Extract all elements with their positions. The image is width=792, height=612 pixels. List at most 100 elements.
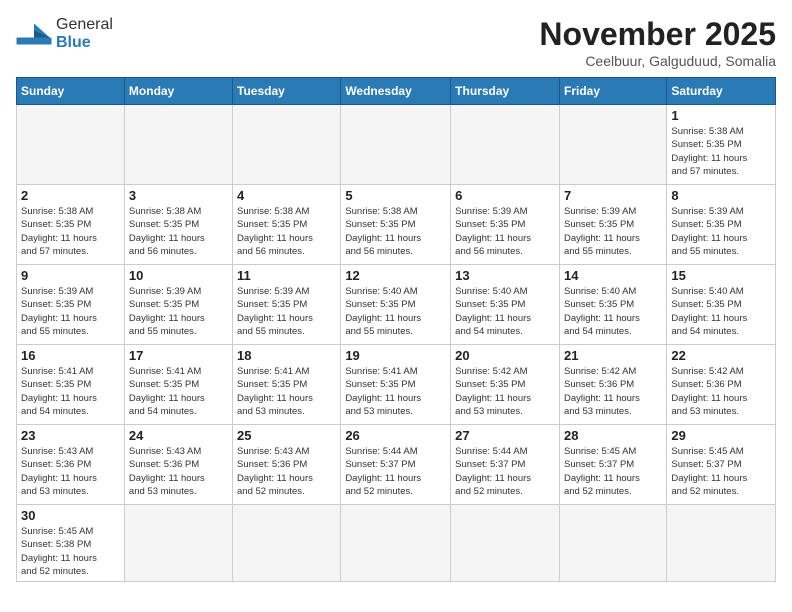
- logo: General Blue: [16, 16, 113, 51]
- day-info: Sunrise: 5:38 AMSunset: 5:35 PMDaylight:…: [21, 205, 120, 258]
- week-row-2: 2 Sunrise: 5:38 AMSunset: 5:35 PMDaylight…: [17, 185, 776, 265]
- calendar-cell: 3 Sunrise: 5:38 AMSunset: 5:35 PMDaylight…: [124, 185, 232, 265]
- day-number: 29: [671, 428, 771, 443]
- calendar-cell: 25Sunrise: 5:43 AMSunset: 5:36 PMDayligh…: [233, 425, 341, 505]
- day-info: Sunrise: 5:44 AMSunset: 5:37 PMDaylight:…: [455, 445, 555, 498]
- calendar-cell: [233, 505, 341, 582]
- day-number: 8: [671, 188, 771, 203]
- day-number: 6: [455, 188, 555, 203]
- day-number: 19: [345, 348, 446, 363]
- day-number: 16: [21, 348, 120, 363]
- day-info: Sunrise: 5:42 AMSunset: 5:35 PMDaylight:…: [455, 365, 555, 418]
- day-number: 9: [21, 268, 120, 283]
- day-info: Sunrise: 5:40 AMSunset: 5:35 PMDaylight:…: [455, 285, 555, 338]
- calendar-cell: [17, 105, 125, 185]
- day-number: 5: [345, 188, 446, 203]
- calendar-cell: 6Sunrise: 5:39 AMSunset: 5:35 PMDaylight…: [451, 185, 560, 265]
- calendar-cell: 28 Sunrise: 5:45 AMSunset: 5:37 PMDayligh…: [559, 425, 666, 505]
- calendar-cell: [124, 105, 232, 185]
- day-info: Sunrise: 5:40 AMSunset: 5:35 PMDaylight:…: [671, 285, 771, 338]
- calendar-cell: 24 Sunrise: 5:43 AMSunset: 5:36 PMDayligh…: [124, 425, 232, 505]
- day-info: Sunrise: 5:39 AMSunset: 5:35 PMDaylight:…: [129, 285, 228, 338]
- calendar-cell: 4 Sunrise: 5:38 AMSunset: 5:35 PMDaylight…: [233, 185, 341, 265]
- day-info: Sunrise: 5:44 AMSunset: 5:37 PMDaylight:…: [345, 445, 446, 498]
- week-row-1: 1Sunrise: 5:38 AMSunset: 5:35 PMDaylight…: [17, 105, 776, 185]
- day-number: 30: [21, 508, 120, 523]
- day-info: Sunrise: 5:38 AMSunset: 5:35 PMDaylight:…: [237, 205, 336, 258]
- day-number: 2: [21, 188, 120, 203]
- day-info: Sunrise: 5:42 AMSunset: 5:36 PMDaylight:…: [564, 365, 662, 418]
- calendar-cell: 23 Sunrise: 5:43 AMSunset: 5:36 PMDayligh…: [17, 425, 125, 505]
- calendar-cell: 30 Sunrise: 5:45 AMSunset: 5:38 PMDayligh…: [17, 505, 125, 582]
- day-number: 28: [564, 428, 662, 443]
- calendar-cell: 12Sunrise: 5:40 AMSunset: 5:35 PMDayligh…: [341, 265, 451, 345]
- calendar-cell: [341, 105, 451, 185]
- page-header: General Blue November 2025 Ceelbuur, Gal…: [16, 16, 776, 69]
- day-number: 13: [455, 268, 555, 283]
- day-number: 7: [564, 188, 662, 203]
- day-number: 27: [455, 428, 555, 443]
- day-number: 17: [129, 348, 228, 363]
- day-number: 24: [129, 428, 228, 443]
- weekday-header-thursday: Thursday: [451, 78, 560, 105]
- calendar-cell: 14Sunrise: 5:40 AMSunset: 5:35 PMDayligh…: [559, 265, 666, 345]
- weekday-header-tuesday: Tuesday: [233, 78, 341, 105]
- day-number: 4: [237, 188, 336, 203]
- day-number: 23: [21, 428, 120, 443]
- day-info: Sunrise: 5:39 AMSunset: 5:35 PMDaylight:…: [564, 205, 662, 258]
- calendar-cell: 15 Sunrise: 5:40 AMSunset: 5:35 PMDayligh…: [667, 265, 776, 345]
- weekday-header-monday: Monday: [124, 78, 232, 105]
- calendar-cell: [124, 505, 232, 582]
- calendar-cell: 11 Sunrise: 5:39 AMSunset: 5:35 PMDayligh…: [233, 265, 341, 345]
- day-info: Sunrise: 5:45 AMSunset: 5:38 PMDaylight:…: [21, 525, 120, 578]
- day-number: 25: [237, 428, 336, 443]
- day-info: Sunrise: 5:39 AMSunset: 5:35 PMDaylight:…: [237, 285, 336, 338]
- day-info: Sunrise: 5:40 AMSunset: 5:35 PMDaylight:…: [564, 285, 662, 338]
- day-number: 15: [671, 268, 771, 283]
- calendar-cell: 9 Sunrise: 5:39 AMSunset: 5:35 PMDaylight…: [17, 265, 125, 345]
- day-info: Sunrise: 5:41 AMSunset: 5:35 PMDaylight:…: [237, 365, 336, 418]
- day-number: 21: [564, 348, 662, 363]
- day-info: Sunrise: 5:38 AMSunset: 5:35 PMDaylight:…: [671, 125, 771, 178]
- weekday-header-row: SundayMondayTuesdayWednesdayThursdayFrid…: [17, 78, 776, 105]
- logo-text: General Blue: [56, 16, 113, 51]
- calendar-table: SundayMondayTuesdayWednesdayThursdayFrid…: [16, 77, 776, 582]
- calendar-cell: 19 Sunrise: 5:41 AMSunset: 5:35 PMDayligh…: [341, 345, 451, 425]
- day-info: Sunrise: 5:39 AMSunset: 5:35 PMDaylight:…: [671, 205, 771, 258]
- calendar-cell: [341, 505, 451, 582]
- calendar-cell: 17 Sunrise: 5:41 AMSunset: 5:35 PMDayligh…: [124, 345, 232, 425]
- week-row-3: 9 Sunrise: 5:39 AMSunset: 5:35 PMDaylight…: [17, 265, 776, 345]
- weekday-header-sunday: Sunday: [17, 78, 125, 105]
- day-info: Sunrise: 5:38 AMSunset: 5:35 PMDaylight:…: [129, 205, 228, 258]
- day-info: Sunrise: 5:45 AMSunset: 5:37 PMDaylight:…: [671, 445, 771, 498]
- day-info: Sunrise: 5:39 AMSunset: 5:35 PMDaylight:…: [21, 285, 120, 338]
- day-number: 3: [129, 188, 228, 203]
- calendar-cell: 20Sunrise: 5:42 AMSunset: 5:35 PMDayligh…: [451, 345, 560, 425]
- day-number: 26: [345, 428, 446, 443]
- location-subtitle: Ceelbuur, Galguduud, Somalia: [539, 53, 776, 69]
- day-info: Sunrise: 5:43 AMSunset: 5:36 PMDaylight:…: [129, 445, 228, 498]
- calendar-cell: 2 Sunrise: 5:38 AMSunset: 5:35 PMDaylight…: [17, 185, 125, 265]
- day-number: 12: [345, 268, 446, 283]
- day-info: Sunrise: 5:41 AMSunset: 5:35 PMDaylight:…: [129, 365, 228, 418]
- calendar-cell: [451, 505, 560, 582]
- calendar-cell: 10 Sunrise: 5:39 AMSunset: 5:35 PMDayligh…: [124, 265, 232, 345]
- day-info: Sunrise: 5:41 AMSunset: 5:35 PMDaylight:…: [345, 365, 446, 418]
- day-number: 22: [671, 348, 771, 363]
- day-number: 11: [237, 268, 336, 283]
- weekday-header-saturday: Saturday: [667, 78, 776, 105]
- calendar-cell: [451, 105, 560, 185]
- calendar-cell: [667, 505, 776, 582]
- title-block: November 2025 Ceelbuur, Galguduud, Somal…: [539, 16, 776, 69]
- calendar-cell: 13 Sunrise: 5:40 AMSunset: 5:35 PMDayligh…: [451, 265, 560, 345]
- week-row-5: 23 Sunrise: 5:43 AMSunset: 5:36 PMDayligh…: [17, 425, 776, 505]
- calendar-cell: 21 Sunrise: 5:42 AMSunset: 5:36 PMDayligh…: [559, 345, 666, 425]
- day-info: Sunrise: 5:45 AMSunset: 5:37 PMDaylight:…: [564, 445, 662, 498]
- calendar-cell: 29 Sunrise: 5:45 AMSunset: 5:37 PMDayligh…: [667, 425, 776, 505]
- day-info: Sunrise: 5:42 AMSunset: 5:36 PMDaylight:…: [671, 365, 771, 418]
- logo-icon: [16, 20, 52, 48]
- day-number: 10: [129, 268, 228, 283]
- weekday-header-friday: Friday: [559, 78, 666, 105]
- calendar-cell: 16Sunrise: 5:41 AMSunset: 5:35 PMDayligh…: [17, 345, 125, 425]
- day-info: Sunrise: 5:43 AMSunset: 5:36 PMDaylight:…: [21, 445, 120, 498]
